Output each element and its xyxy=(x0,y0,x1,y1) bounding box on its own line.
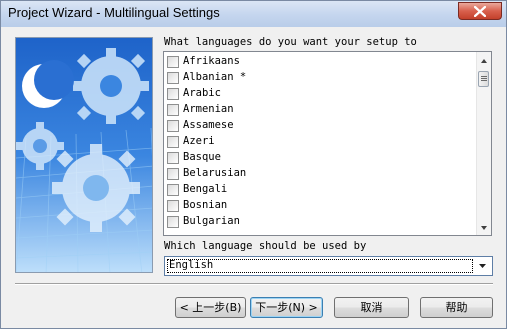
language-checkbox[interactable] xyxy=(167,200,179,212)
divider xyxy=(15,283,493,285)
chevron-down-icon xyxy=(481,226,487,230)
language-checkbox[interactable] xyxy=(167,56,179,68)
language-label: Arabic xyxy=(183,87,221,99)
language-label: Bosnian xyxy=(183,199,228,211)
list-item[interactable]: Assamese xyxy=(166,118,476,134)
language-label: Assamese xyxy=(183,119,234,131)
language-checkbox[interactable] xyxy=(167,120,179,132)
dropdown-button[interactable] xyxy=(474,258,491,274)
list-item[interactable]: Arabic xyxy=(166,86,476,102)
default-language-value: English xyxy=(169,259,214,271)
language-label: Albanian * xyxy=(183,71,247,83)
language-label: Bengali xyxy=(183,183,228,195)
wizard-window: Project Wizard - Multilingual Settings W… xyxy=(0,0,507,329)
language-checkbox[interactable] xyxy=(167,88,179,100)
language-checkbox[interactable] xyxy=(167,104,179,116)
default-language-select[interactable]: English xyxy=(164,256,493,276)
language-label: Afrikaans xyxy=(183,55,240,67)
language-label: Azeri xyxy=(183,135,215,147)
title-bar[interactable]: Project Wizard - Multilingual Settings xyxy=(1,1,506,27)
list-item[interactable]: Afrikaans xyxy=(166,54,476,70)
list-item[interactable]: Albanian * xyxy=(166,70,476,86)
language-prompt-label: What languages do you want your setup to xyxy=(164,36,417,48)
scroll-thumb[interactable] xyxy=(478,71,489,87)
language-label: Basque xyxy=(183,151,221,163)
language-checklist[interactable]: Afrikaans Albanian * Arabic Armenian Ass… xyxy=(163,51,492,236)
gears-illustration xyxy=(16,38,152,272)
scroll-up-button[interactable] xyxy=(477,53,491,67)
vertical-scrollbar[interactable] xyxy=(476,52,491,235)
list-item[interactable]: Belarusian xyxy=(166,166,476,182)
combo-selection: English xyxy=(167,259,473,273)
cancel-button[interactable]: 取消 xyxy=(334,297,409,318)
language-checkbox[interactable] xyxy=(167,152,179,164)
list-item[interactable]: Bosnian xyxy=(166,198,476,214)
list-item[interactable]: Bengali xyxy=(166,182,476,198)
language-checkbox[interactable] xyxy=(167,72,179,84)
back-button[interactable]: < 上一步(B) xyxy=(175,297,246,318)
list-item[interactable]: Basque xyxy=(166,150,476,166)
language-label: Bulgarian xyxy=(183,215,240,227)
help-button[interactable]: 帮助 xyxy=(420,297,493,318)
wizard-banner-image xyxy=(15,37,153,273)
chevron-up-icon xyxy=(481,59,487,63)
language-list: Afrikaans Albanian * Arabic Armenian Ass… xyxy=(164,52,478,235)
window-title: Project Wizard - Multilingual Settings xyxy=(8,5,220,20)
scroll-down-button[interactable] xyxy=(477,220,491,234)
default-language-label: Which language should be used by xyxy=(164,240,367,252)
language-checkbox[interactable] xyxy=(167,216,179,228)
close-icon xyxy=(474,6,486,17)
chevron-down-icon xyxy=(479,264,486,268)
next-button[interactable]: 下一步(N) > xyxy=(250,297,323,318)
wizard-content: What languages do you want your setup to… xyxy=(1,27,506,328)
language-label: Armenian xyxy=(183,103,234,115)
language-checkbox[interactable] xyxy=(167,136,179,148)
list-item[interactable]: Azeri xyxy=(166,134,476,150)
list-item[interactable]: Bulgarian xyxy=(166,214,476,230)
language-checkbox[interactable] xyxy=(167,168,179,180)
language-label: Belarusian xyxy=(183,167,247,179)
language-checkbox[interactable] xyxy=(167,184,179,196)
list-item[interactable]: Armenian xyxy=(166,102,476,118)
close-button[interactable] xyxy=(458,2,502,20)
